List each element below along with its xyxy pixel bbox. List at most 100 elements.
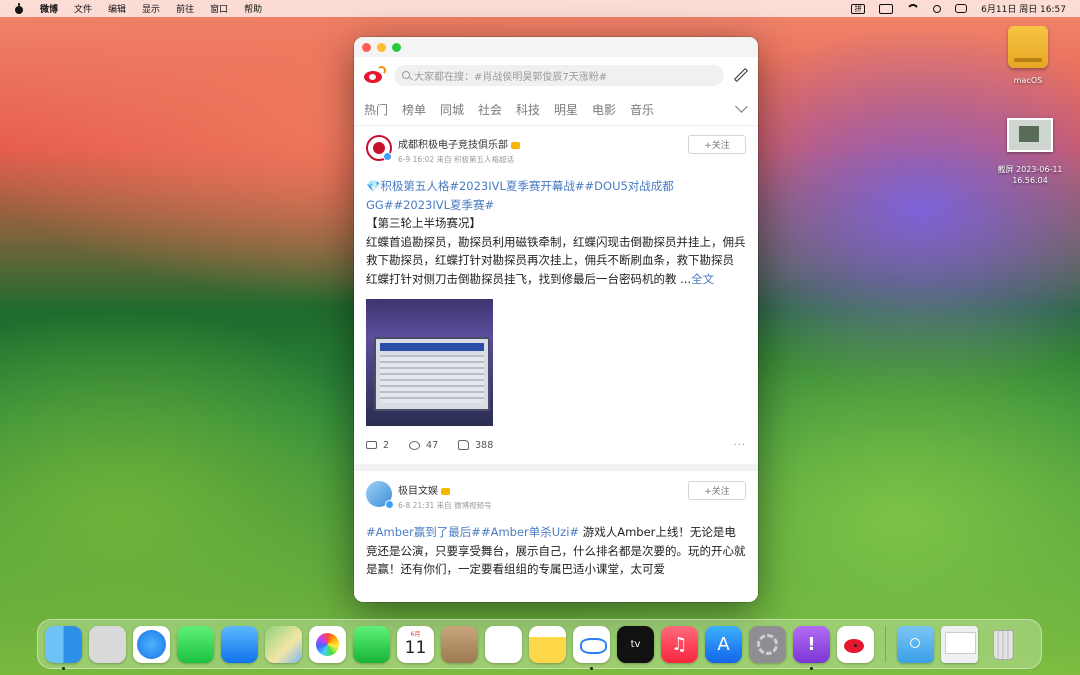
- compose-icon[interactable]: [732, 67, 748, 83]
- dock-launchpad-icon[interactable]: [89, 625, 126, 663]
- post-header: 成都积极电子竞技俱乐部 6-9 16:02 来自 积极第五人格超话 +关注: [366, 135, 746, 165]
- tab-society[interactable]: 社会: [478, 101, 516, 118]
- tab-movies[interactable]: 电影: [592, 101, 630, 118]
- dock-calendar-icon[interactable]: 6月 11: [397, 625, 434, 663]
- chevron-down-icon[interactable]: [735, 100, 748, 113]
- post-paragraph-1: 红蝶首追勘探员，勘探员利用磁铁牵制，红蝶闪现击倒勘探员并挂上，佣兵救下勘探员，红…: [366, 234, 746, 268]
- tab-tech[interactable]: 科技: [516, 101, 554, 118]
- menu-bar: 微博 文件 编辑 显示 前往 窗口 帮助 拼 6月11日 周日 16:57: [0, 0, 1080, 17]
- dock-freeform-icon[interactable]: [573, 625, 610, 670]
- crown-icon: [511, 141, 520, 149]
- dock-messages-icon[interactable]: [177, 625, 214, 663]
- dock-finder-icon[interactable]: [45, 625, 82, 670]
- weibo-logo-icon[interactable]: [364, 66, 386, 84]
- tab-local[interactable]: 同城: [440, 101, 478, 118]
- feed-post: 成都积极电子竞技俱乐部 6-9 16:02 来自 积极第五人格超话 +关注 💎积…: [354, 125, 758, 471]
- menu-view[interactable]: 显示: [142, 2, 160, 15]
- dock-downloads-icon[interactable]: [897, 625, 934, 663]
- post-actions: 2 47 388 ···: [366, 426, 746, 464]
- minimize-button[interactable]: [377, 42, 386, 52]
- zoom-button[interactable]: [392, 42, 401, 52]
- more-icon[interactable]: ···: [733, 440, 746, 451]
- tab-hot[interactable]: 热门: [364, 101, 402, 118]
- post-meta: 6-8 21:31 来自 微博视频号: [398, 501, 492, 510]
- like-button[interactable]: 388: [458, 440, 493, 451]
- screenshot-label-1: 截屏 2023-06-11: [997, 165, 1063, 174]
- dock-appstore-icon[interactable]: A: [705, 625, 742, 663]
- crown-icon: [441, 487, 450, 495]
- menu-window[interactable]: 窗口: [210, 2, 228, 15]
- apple-menu-icon[interactable]: [14, 2, 24, 15]
- post-hashtags[interactable]: #Amber赢到了最后##Amber单杀Uzi#: [366, 525, 579, 539]
- search-icon: [402, 71, 410, 79]
- search-placeholder: 大家都在搜：#肖战侯明昊郭俊辰7天涨粉#: [414, 71, 608, 83]
- dock-notes-icon[interactable]: [529, 625, 566, 663]
- read-more-link[interactable]: 全文: [691, 272, 714, 286]
- menu-clock[interactable]: 6月11日 周日 16:57: [981, 2, 1066, 15]
- control-center-icon[interactable]: [955, 4, 968, 13]
- comment-button[interactable]: 47: [409, 440, 438, 451]
- wifi-icon[interactable]: [907, 4, 919, 13]
- battery-icon[interactable]: [879, 3, 894, 14]
- dock-photos-icon[interactable]: [309, 625, 346, 663]
- post-divider: [354, 464, 758, 471]
- post-text: 💎积极第五人格#2023IVL夏季赛开幕战##DOU5对战成都GG##2023I…: [366, 177, 746, 288]
- feed-post: 极目文娱 6-8 21:31 来自 微博视频号 +关注 #Amber赢到了最后#…: [354, 471, 758, 579]
- dock-mail-icon[interactable]: [221, 625, 258, 663]
- dock-music-icon[interactable]: ♫: [661, 625, 698, 663]
- category-tabs: 热门 榜单 同城 社会 科技 明星 电影 音乐: [354, 93, 758, 126]
- follow-button[interactable]: +关注: [688, 481, 746, 500]
- dock-separator: [885, 626, 886, 662]
- search-input[interactable]: 大家都在搜：#肖战侯明昊郭俊辰7天涨粉#: [394, 64, 724, 86]
- dock-stack-icon[interactable]: [941, 625, 978, 663]
- dock-feedback-icon[interactable]: !: [793, 625, 830, 670]
- post-text: #Amber赢到了最后##Amber单杀Uzi# 游戏人Amber上线！无论是电…: [366, 523, 746, 579]
- menu-edit[interactable]: 编辑: [108, 2, 126, 15]
- dock: 6月 11 tv ♫ A !: [37, 619, 1042, 670]
- avatar[interactable]: [366, 481, 394, 509]
- tab-music[interactable]: 音乐: [630, 101, 668, 118]
- dock-tv-icon[interactable]: tv: [617, 625, 654, 663]
- tab-stars[interactable]: 明星: [554, 101, 592, 118]
- dock-weibo-icon[interactable]: [837, 625, 874, 663]
- dock-trash-icon[interactable]: [985, 626, 1022, 663]
- comment-icon: [409, 440, 421, 450]
- post-paragraph-2: 红蝶打针对侧刀击倒勘探员挂飞，找到修最后一台密码机的教 ...全文: [366, 271, 715, 286]
- calendar-month: 6月: [410, 630, 421, 638]
- post-hashtags[interactable]: 💎积极第五人格#2023IVL夏季赛开幕战##DOU5对战成都GG##2023I…: [366, 177, 746, 214]
- repost-button[interactable]: 2: [366, 440, 389, 451]
- feed[interactable]: 成都积极电子竞技俱乐部 6-9 16:02 来自 积极第五人格超话 +关注 💎积…: [354, 125, 758, 602]
- dock-maps-icon[interactable]: [265, 625, 302, 663]
- menu-go[interactable]: 前往: [176, 2, 194, 15]
- menu-app-name[interactable]: 微博: [40, 2, 58, 15]
- desktop-screenshot[interactable]: 截屏 2023-06-11 16.56.04: [990, 118, 1070, 186]
- title-bar: [354, 37, 758, 57]
- drive-label: macOS: [1013, 76, 1043, 85]
- post-author[interactable]: 极目文娱: [398, 482, 492, 497]
- hard-drive-icon: [1008, 26, 1048, 68]
- screenshot-file-icon: [1007, 118, 1053, 152]
- desktop-drive[interactable]: macOS: [1008, 26, 1048, 85]
- tab-rank[interactable]: 榜单: [402, 101, 440, 118]
- dock-reminders-icon[interactable]: [485, 625, 522, 663]
- follow-button[interactable]: +关注: [688, 135, 746, 154]
- thumbs-up-icon: [458, 440, 470, 450]
- calendar-day: 11: [404, 637, 427, 658]
- repost-icon: [366, 441, 377, 449]
- dock-facetime-icon[interactable]: [353, 625, 390, 663]
- post-author[interactable]: 成都积极电子竞技俱乐部: [398, 136, 520, 151]
- menu-file[interactable]: 文件: [74, 2, 92, 15]
- input-method-icon[interactable]: 拼: [851, 3, 866, 14]
- avatar[interactable]: [366, 135, 392, 161]
- spotlight-icon[interactable]: [933, 4, 942, 13]
- dock-contacts-icon[interactable]: [441, 625, 478, 663]
- weibo-top-bar: 大家都在搜：#肖战侯明昊郭俊辰7天涨粉#: [354, 57, 758, 93]
- dock-settings-icon[interactable]: [749, 625, 786, 663]
- close-button[interactable]: [362, 42, 371, 52]
- post-image[interactable]: [366, 299, 493, 426]
- verified-badge-icon: [385, 500, 394, 509]
- dock-safari-icon[interactable]: [133, 625, 170, 663]
- post-heading: 【第三轮上半场赛况】: [366, 216, 481, 230]
- menu-help[interactable]: 帮助: [244, 2, 262, 15]
- verified-badge-icon: [383, 152, 392, 161]
